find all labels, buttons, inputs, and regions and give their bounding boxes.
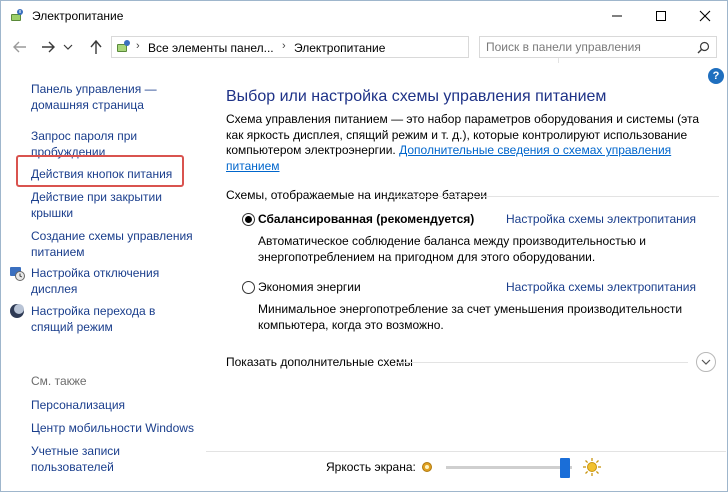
main-content: Выбор или настройка схемы управления пит… bbox=[206, 63, 726, 491]
power-saver-plan-settings-link[interactable]: Настройка схемы электропитания bbox=[506, 280, 696, 294]
back-button[interactable] bbox=[9, 37, 31, 57]
breadcrumb-separator-icon: › bbox=[136, 40, 140, 52]
sleep-moon-icon bbox=[9, 303, 25, 319]
power-options-app-icon bbox=[9, 8, 25, 24]
highlight-frame bbox=[16, 155, 184, 187]
see-also-user-accounts[interactable]: Учетные записи пользователей bbox=[31, 443, 151, 475]
sidebar-link-lid-close[interactable]: Действие при закрытии крышки bbox=[31, 189, 199, 221]
chevron-down-icon bbox=[63, 44, 73, 50]
forward-arrow-icon bbox=[42, 41, 55, 53]
power-saver-plan-name[interactable]: Экономия энергии bbox=[258, 280, 361, 294]
search-box[interactable] bbox=[479, 36, 717, 58]
sidebar-link-sleep[interactable]: Настройка перехода в спящий режим bbox=[31, 303, 199, 335]
up-arrow-icon bbox=[90, 39, 102, 54]
brightness-low-icon bbox=[420, 460, 434, 477]
page-description: Схема управления питанием — это набор па… bbox=[226, 112, 716, 174]
minimize-button[interactable] bbox=[595, 1, 639, 31]
balanced-plan-radio[interactable] bbox=[242, 213, 255, 226]
up-button[interactable] bbox=[85, 37, 107, 57]
forward-button[interactable] bbox=[37, 37, 59, 57]
maximize-button[interactable] bbox=[639, 1, 683, 31]
address-bar[interactable]: › Все элементы панел... › Электропитание bbox=[111, 36, 574, 63]
close-icon bbox=[699, 10, 711, 22]
power-saver-plan-description: Минимальное энергопотребление за счет ум… bbox=[258, 302, 683, 332]
balanced-plan-name[interactable]: Сбалансированная (рекомендуется) bbox=[258, 212, 474, 226]
navigation-bar: › Все элементы панел... › Электропитание bbox=[1, 32, 727, 63]
breadcrumb-all-items[interactable]: Все элементы панел... bbox=[148, 41, 274, 55]
balanced-plan-description: Автоматическое соблюдение баланса между … bbox=[258, 234, 647, 264]
brightness-high-icon bbox=[582, 457, 602, 480]
battery-plans-group-label: Схемы, отображаемые на индикаторе батаре… bbox=[226, 188, 488, 202]
power-options-window: Электропитание › Все элементы панел... ›… bbox=[0, 0, 728, 492]
title-bar[interactable]: Электропитание bbox=[1, 1, 727, 31]
search-icon[interactable] bbox=[697, 41, 710, 57]
group-divider bbox=[389, 196, 719, 197]
breadcrumb-separator-icon: › bbox=[282, 40, 286, 52]
see-also-personalization[interactable]: Персонализация bbox=[31, 397, 199, 413]
chevron-down-icon bbox=[701, 359, 711, 365]
breadcrumb-power-options[interactable]: Электропитание bbox=[294, 41, 385, 55]
brightness-slider-fill bbox=[446, 466, 565, 469]
screen-brightness-label: Яркость экрана: bbox=[326, 460, 416, 474]
window-title: Электропитание bbox=[32, 9, 124, 23]
brightness-slider-thumb[interactable] bbox=[559, 458, 570, 478]
power-saver-plan-radio[interactable] bbox=[242, 281, 255, 294]
display-clock-icon bbox=[9, 265, 25, 281]
see-also-label: См. также bbox=[31, 374, 87, 388]
maximize-icon bbox=[656, 11, 666, 21]
see-also-mobility-center[interactable]: Центр мобильности Windows bbox=[31, 420, 199, 436]
show-more-plans-label[interactable]: Показать дополнительные схемы bbox=[226, 355, 413, 369]
sidebar-link-display-off[interactable]: Настройка отключения дисплея bbox=[31, 265, 199, 297]
back-arrow-icon bbox=[13, 41, 26, 53]
expand-more-plans-button[interactable] bbox=[696, 352, 716, 372]
sidebar-link-control-panel-home[interactable]: Панель управления — домашняя страница bbox=[31, 81, 199, 113]
left-navigation-pane: Панель управления — домашняя страница За… bbox=[1, 63, 205, 491]
page-title: Выбор или настройка схемы управления пит… bbox=[226, 88, 607, 105]
sidebar-link-create-plan[interactable]: Создание схемы управления питанием bbox=[31, 228, 199, 260]
brightness-bar: Яркость экрана: bbox=[206, 451, 726, 491]
recent-locations-button[interactable] bbox=[61, 37, 75, 57]
control-panel-icon bbox=[116, 39, 132, 55]
search-input[interactable] bbox=[480, 37, 690, 57]
balanced-plan-settings-link[interactable]: Настройка схемы электропитания bbox=[506, 212, 696, 226]
brightness-slider[interactable] bbox=[446, 458, 572, 478]
close-button[interactable] bbox=[683, 1, 727, 31]
minimize-icon bbox=[612, 15, 622, 17]
more-plans-divider bbox=[396, 362, 688, 363]
